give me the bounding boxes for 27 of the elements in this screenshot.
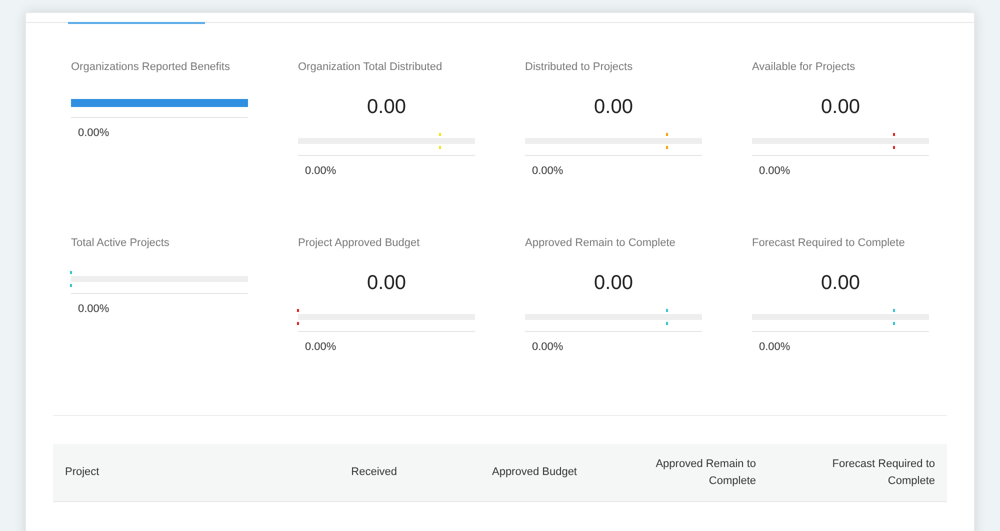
metric-percent: 0.00% xyxy=(77,303,110,315)
metric-title: Distributed to Projects xyxy=(525,60,634,74)
metric-value: 0.00 xyxy=(366,271,407,295)
metric-percent: 0.00% xyxy=(304,165,338,177)
metric-value: 0.00 xyxy=(593,271,634,295)
metric-title: Organization Total Distributed xyxy=(298,60,444,74)
metric-percent: 0.00% xyxy=(758,165,792,177)
column-header[interactable]: Received xyxy=(351,464,397,481)
metric-title: Forecast Required to Complete xyxy=(752,236,906,250)
metric-percent: 0.00% xyxy=(531,165,564,177)
column-header[interactable]: Project xyxy=(65,464,100,481)
metric-percent: 0.00% xyxy=(77,127,110,139)
column-header[interactable]: Forecast Required to Complete xyxy=(815,456,935,490)
metric-value: 0.00 xyxy=(366,95,407,119)
metric-percent: 0.00% xyxy=(531,341,564,353)
metric-title: Project Approved Budget xyxy=(298,236,421,250)
metric-value: 0.00 xyxy=(593,95,634,119)
metric-title: Organizations Reported Benefits xyxy=(71,60,231,74)
metric-percent: 0.00% xyxy=(304,341,338,353)
metric-title: Total Active Projects xyxy=(71,236,170,250)
metric-percent: 0.00% xyxy=(758,341,792,353)
metric-value: 0.00 xyxy=(820,95,861,119)
metric-title: Approved Remain to Complete xyxy=(525,236,676,250)
column-header[interactable]: Approved Remain to Complete xyxy=(636,456,756,490)
metric-title: Available for Projects xyxy=(752,60,856,74)
metric-value: 0.00 xyxy=(820,271,861,295)
column-header[interactable]: Approved Budget xyxy=(492,464,577,481)
